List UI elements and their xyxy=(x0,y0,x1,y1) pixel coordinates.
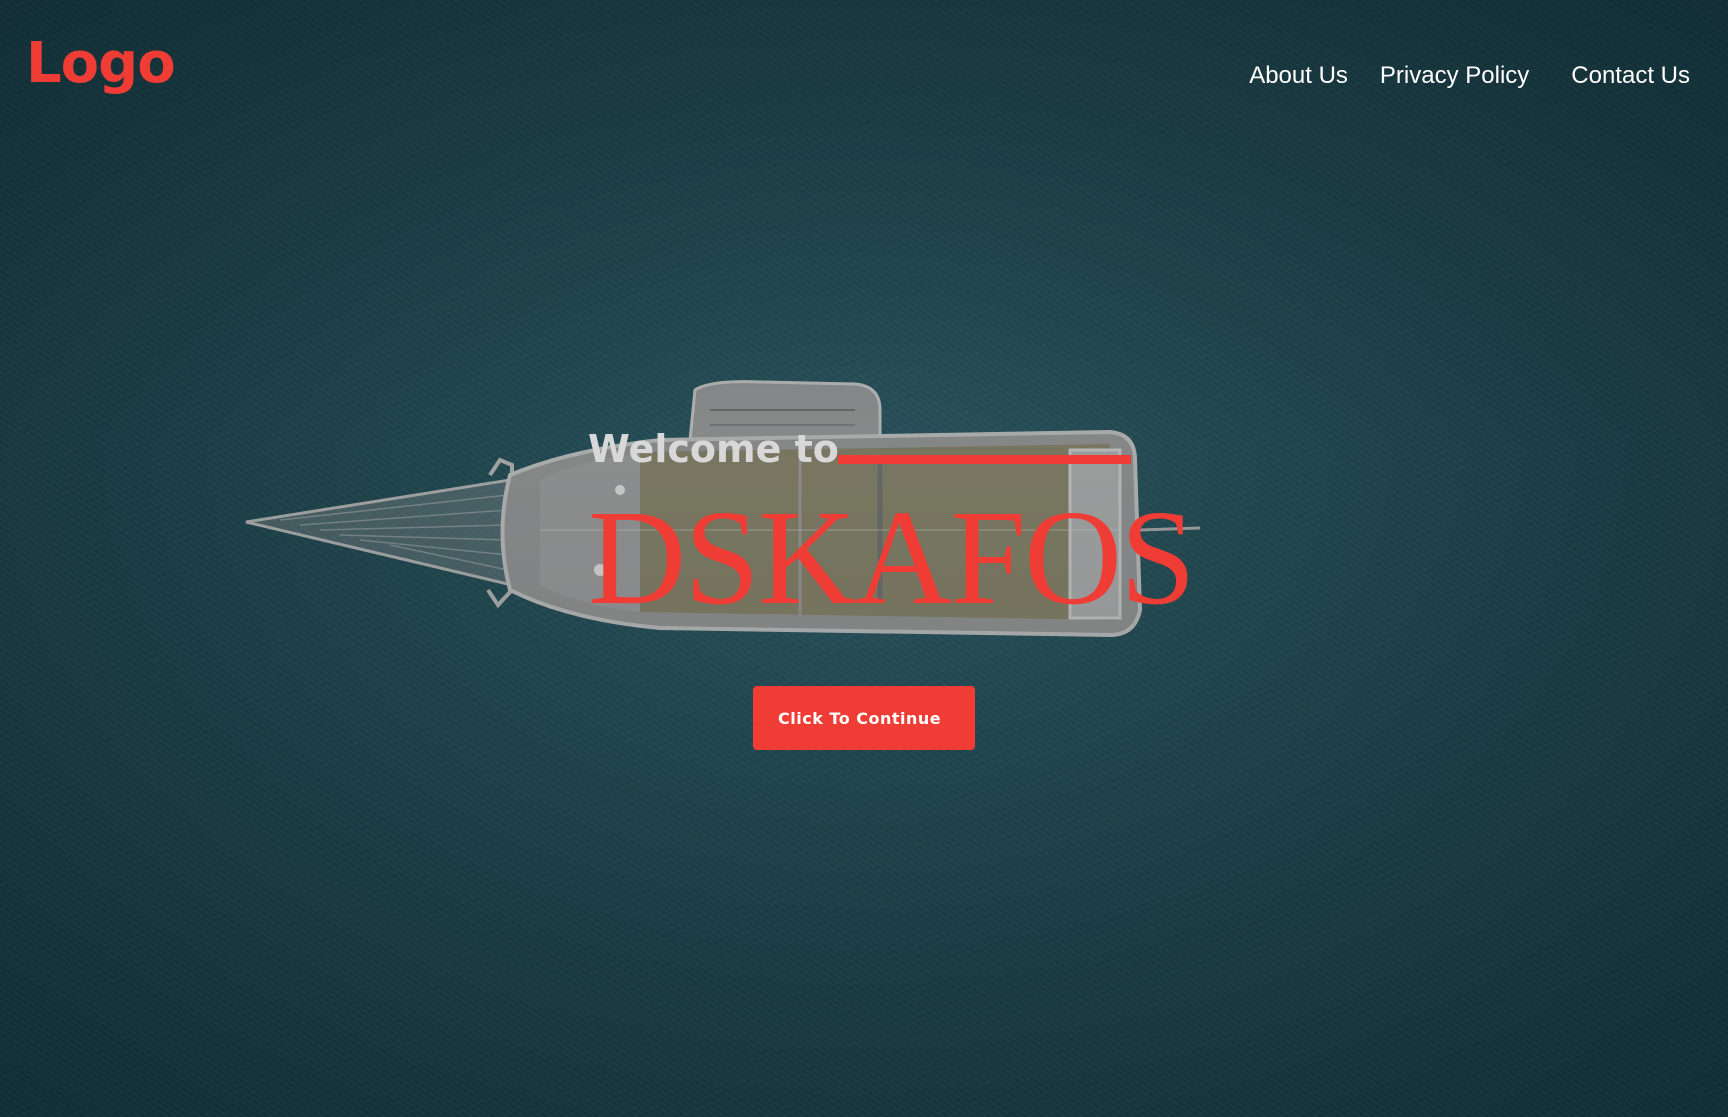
click-to-continue-button[interactable]: Click To Continue xyxy=(753,686,975,750)
welcome-row: Welcome to xyxy=(588,430,839,468)
main-nav: About Us Privacy Policy Contact Us xyxy=(1249,62,1690,90)
nav-about-us[interactable]: About Us xyxy=(1249,62,1348,90)
brand-title: DSKAFOS xyxy=(588,483,1196,633)
hero-section: Logo About Us Privacy Policy Contact Us … xyxy=(0,0,1728,1117)
bow-net xyxy=(245,457,514,609)
welcome-heading: Welcome to xyxy=(588,427,839,471)
accent-divider xyxy=(838,455,1131,464)
logo[interactable]: Logo xyxy=(26,36,176,92)
nav-privacy-policy[interactable]: Privacy Policy xyxy=(1380,62,1529,90)
nav-contact-us[interactable]: Contact Us xyxy=(1571,62,1690,90)
